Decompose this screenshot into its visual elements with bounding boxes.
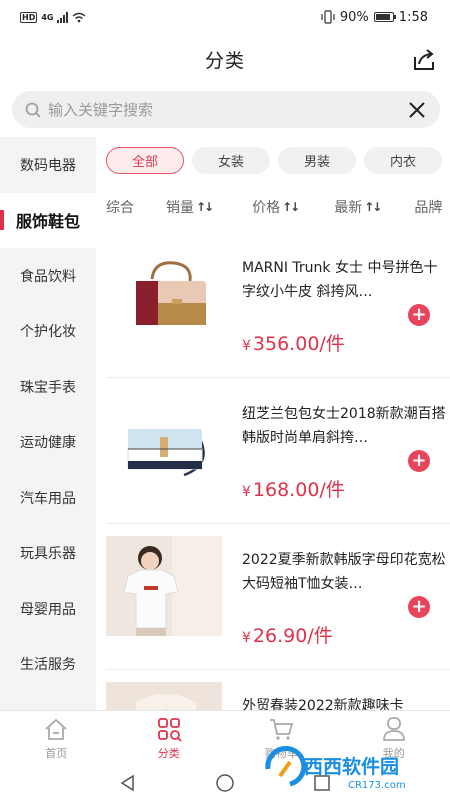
product-price: ¥356.00/件 <box>242 329 345 356</box>
category-icon-graphic <box>157 718 182 742</box>
status-left: HD 4G <box>20 11 86 23</box>
vibrate-icon <box>321 10 335 24</box>
watermark-text: 西西软件园 <box>304 755 399 778</box>
sort-option[interactable]: 价格 ↑↓ <box>252 197 300 217</box>
cart-icon-graphic <box>270 719 294 740</box>
filter-chip[interactable]: 内衣 <box>364 147 443 174</box>
product-list: MARNI Trunk 女士 中号拼色十字纹小牛皮 斜挎风… + ¥356.00/件… <box>96 232 450 710</box>
sort-label: 销量 <box>166 200 194 216</box>
sidebar-item[interactable]: 玩具乐器 <box>0 526 96 582</box>
home-icon <box>42 715 70 743</box>
sort-arrows-icon: ↑↓ <box>364 200 382 214</box>
sort-option[interactable]: 最新 ↑↓ <box>334 197 382 217</box>
sort-bar: 综合 销量 ↑↓ 价格 ↑↓ 最新 ↑↓ 品牌 <box>106 192 450 222</box>
sort-label: 综合 <box>106 200 134 216</box>
user-icon-graphic <box>382 717 405 741</box>
product-card[interactable]: 2022夏季新款韩版字母印花宽松大码短袖T恤女装… + ¥26.90/件 <box>106 524 450 670</box>
close-icon[interactable] <box>406 99 428 121</box>
filter-chip[interactable]: 全部 <box>106 147 185 174</box>
product-price: ¥26.90/件 <box>242 621 333 648</box>
network-type: 4G <box>41 12 54 22</box>
handbag-image[interactable] <box>106 244 222 344</box>
back-icon[interactable] <box>118 773 138 793</box>
product-price: ¥168.00/件 <box>242 475 345 502</box>
search-bar[interactable] <box>12 91 440 128</box>
add-to-cart-icon[interactable]: + <box>408 596 430 618</box>
sort-label: 品牌 <box>414 200 443 216</box>
product-title[interactable]: 2022夏季新款韩版字母印花宽松大码短袖T恤女装… <box>242 548 446 596</box>
header: 分类 <box>0 34 450 84</box>
search-input[interactable] <box>48 100 406 119</box>
currency-symbol: ¥ <box>242 484 251 500</box>
category-sidebar: 数码电器 服饰鞋包 食品饮料 个护化妆 珠宝手表 运动健康 汽车用品 玩具乐器 母婴用品 生活服务 <box>0 137 96 710</box>
sidebar-item[interactable]: 汽车用品 <box>0 470 96 526</box>
tab-label: 首页 <box>45 747 68 760</box>
sort-option[interactable]: 品牌 <box>414 197 442 217</box>
handbag-image-graphic <box>136 261 206 325</box>
crossbody-bag-image-graphic <box>127 429 205 477</box>
home-icon-graphic <box>45 718 67 740</box>
product-title[interactable]: 纽芝兰包包女士2018新款潮百搭韩版时尚单肩斜挎… <box>242 402 446 450</box>
clock: 1:58 <box>398 9 428 25</box>
add-to-cart-icon[interactable]: + <box>408 304 430 326</box>
product-card[interactable]: MARNI Trunk 女士 中号拼色十字纹小牛皮 斜挎风… + ¥356.00/件 <box>106 232 450 378</box>
product-card[interactable]: 外贸春装2022新款趣味卡 <box>106 670 450 710</box>
sidebar-item[interactable]: 珠宝手表 <box>0 359 96 415</box>
sidebar-item[interactable]: 食品饮料 <box>0 248 96 304</box>
sort-arrows-icon: ↑↓ <box>196 200 214 214</box>
tshirt-model-image[interactable] <box>106 536 222 636</box>
sort-label: 最新 <box>334 200 363 216</box>
product-card[interactable]: 纽芝兰包包女士2018新款潮百搭韩版时尚单肩斜挎… + ¥168.00/件 <box>106 378 450 524</box>
sidebar-item[interactable]: 母婴用品 <box>0 581 96 637</box>
battery-icon <box>373 12 396 22</box>
product-title[interactable]: MARNI Trunk 女士 中号拼色十字纹小牛皮 斜挎风… <box>242 256 446 304</box>
sidebar-item[interactable]: 数码电器 <box>0 137 96 193</box>
filter-chip[interactable]: 男装 <box>278 147 357 174</box>
battery-fill <box>375 14 391 20</box>
price-value: 168.00/件 <box>252 479 345 501</box>
sidebar-item[interactable]: 个护化妆 <box>0 304 96 360</box>
cart-icon <box>267 715 295 743</box>
status-bar: HD 4G 90% 1:58 <box>0 0 450 34</box>
watermark-sub: CR173.com <box>348 780 406 791</box>
currency-symbol: ¥ <box>242 338 251 354</box>
crossbody-bag-image[interactable] <box>106 390 222 490</box>
hd-badge: HD <box>20 11 38 23</box>
tab-label: 分类 <box>157 747 180 760</box>
tab-home[interactable]: 首页 <box>0 711 113 765</box>
filter-chips: 全部 女装 男装 内衣 <box>106 147 450 175</box>
battery-percent: 90% <box>339 9 369 25</box>
sidebar-item[interactable]: 生活服务 <box>0 637 96 693</box>
user-icon <box>380 715 408 743</box>
home-nav-icon[interactable] <box>215 773 235 793</box>
filter-chip[interactable]: 女装 <box>192 147 271 174</box>
clothing-image[interactable] <box>106 682 222 710</box>
page-title: 分类 <box>204 49 245 72</box>
sidebar-item[interactable]: 服饰鞋包 <box>0 192 96 248</box>
currency-symbol: ¥ <box>242 630 251 646</box>
status-right: 90% 1:58 <box>321 10 428 25</box>
signal-icon <box>57 11 69 23</box>
sort-option[interactable]: 销量 ↑↓ <box>166 197 214 217</box>
search-icon <box>25 102 41 118</box>
price-value: 26.90/件 <box>252 625 333 647</box>
product-title[interactable]: 外贸春装2022新款趣味卡 <box>242 694 446 710</box>
sort-label: 价格 <box>252 200 281 216</box>
sort-option[interactable]: 综合 <box>106 197 134 217</box>
add-to-cart-icon[interactable]: + <box>408 450 430 472</box>
watermark-logo: 西西软件园 CR173.com <box>265 746 406 791</box>
category-icon <box>155 715 183 743</box>
wifi-icon <box>73 12 86 22</box>
tab-category[interactable]: 分类 <box>113 711 226 765</box>
tshirt-model-image-graphic <box>106 536 222 636</box>
sidebar-item[interactable]: 运动健康 <box>0 415 96 471</box>
sort-arrows-icon: ↑↓ <box>282 200 300 214</box>
clothing-image-graphic <box>106 682 222 710</box>
share-icon[interactable] <box>410 46 438 74</box>
price-value: 356.00/件 <box>252 333 345 355</box>
